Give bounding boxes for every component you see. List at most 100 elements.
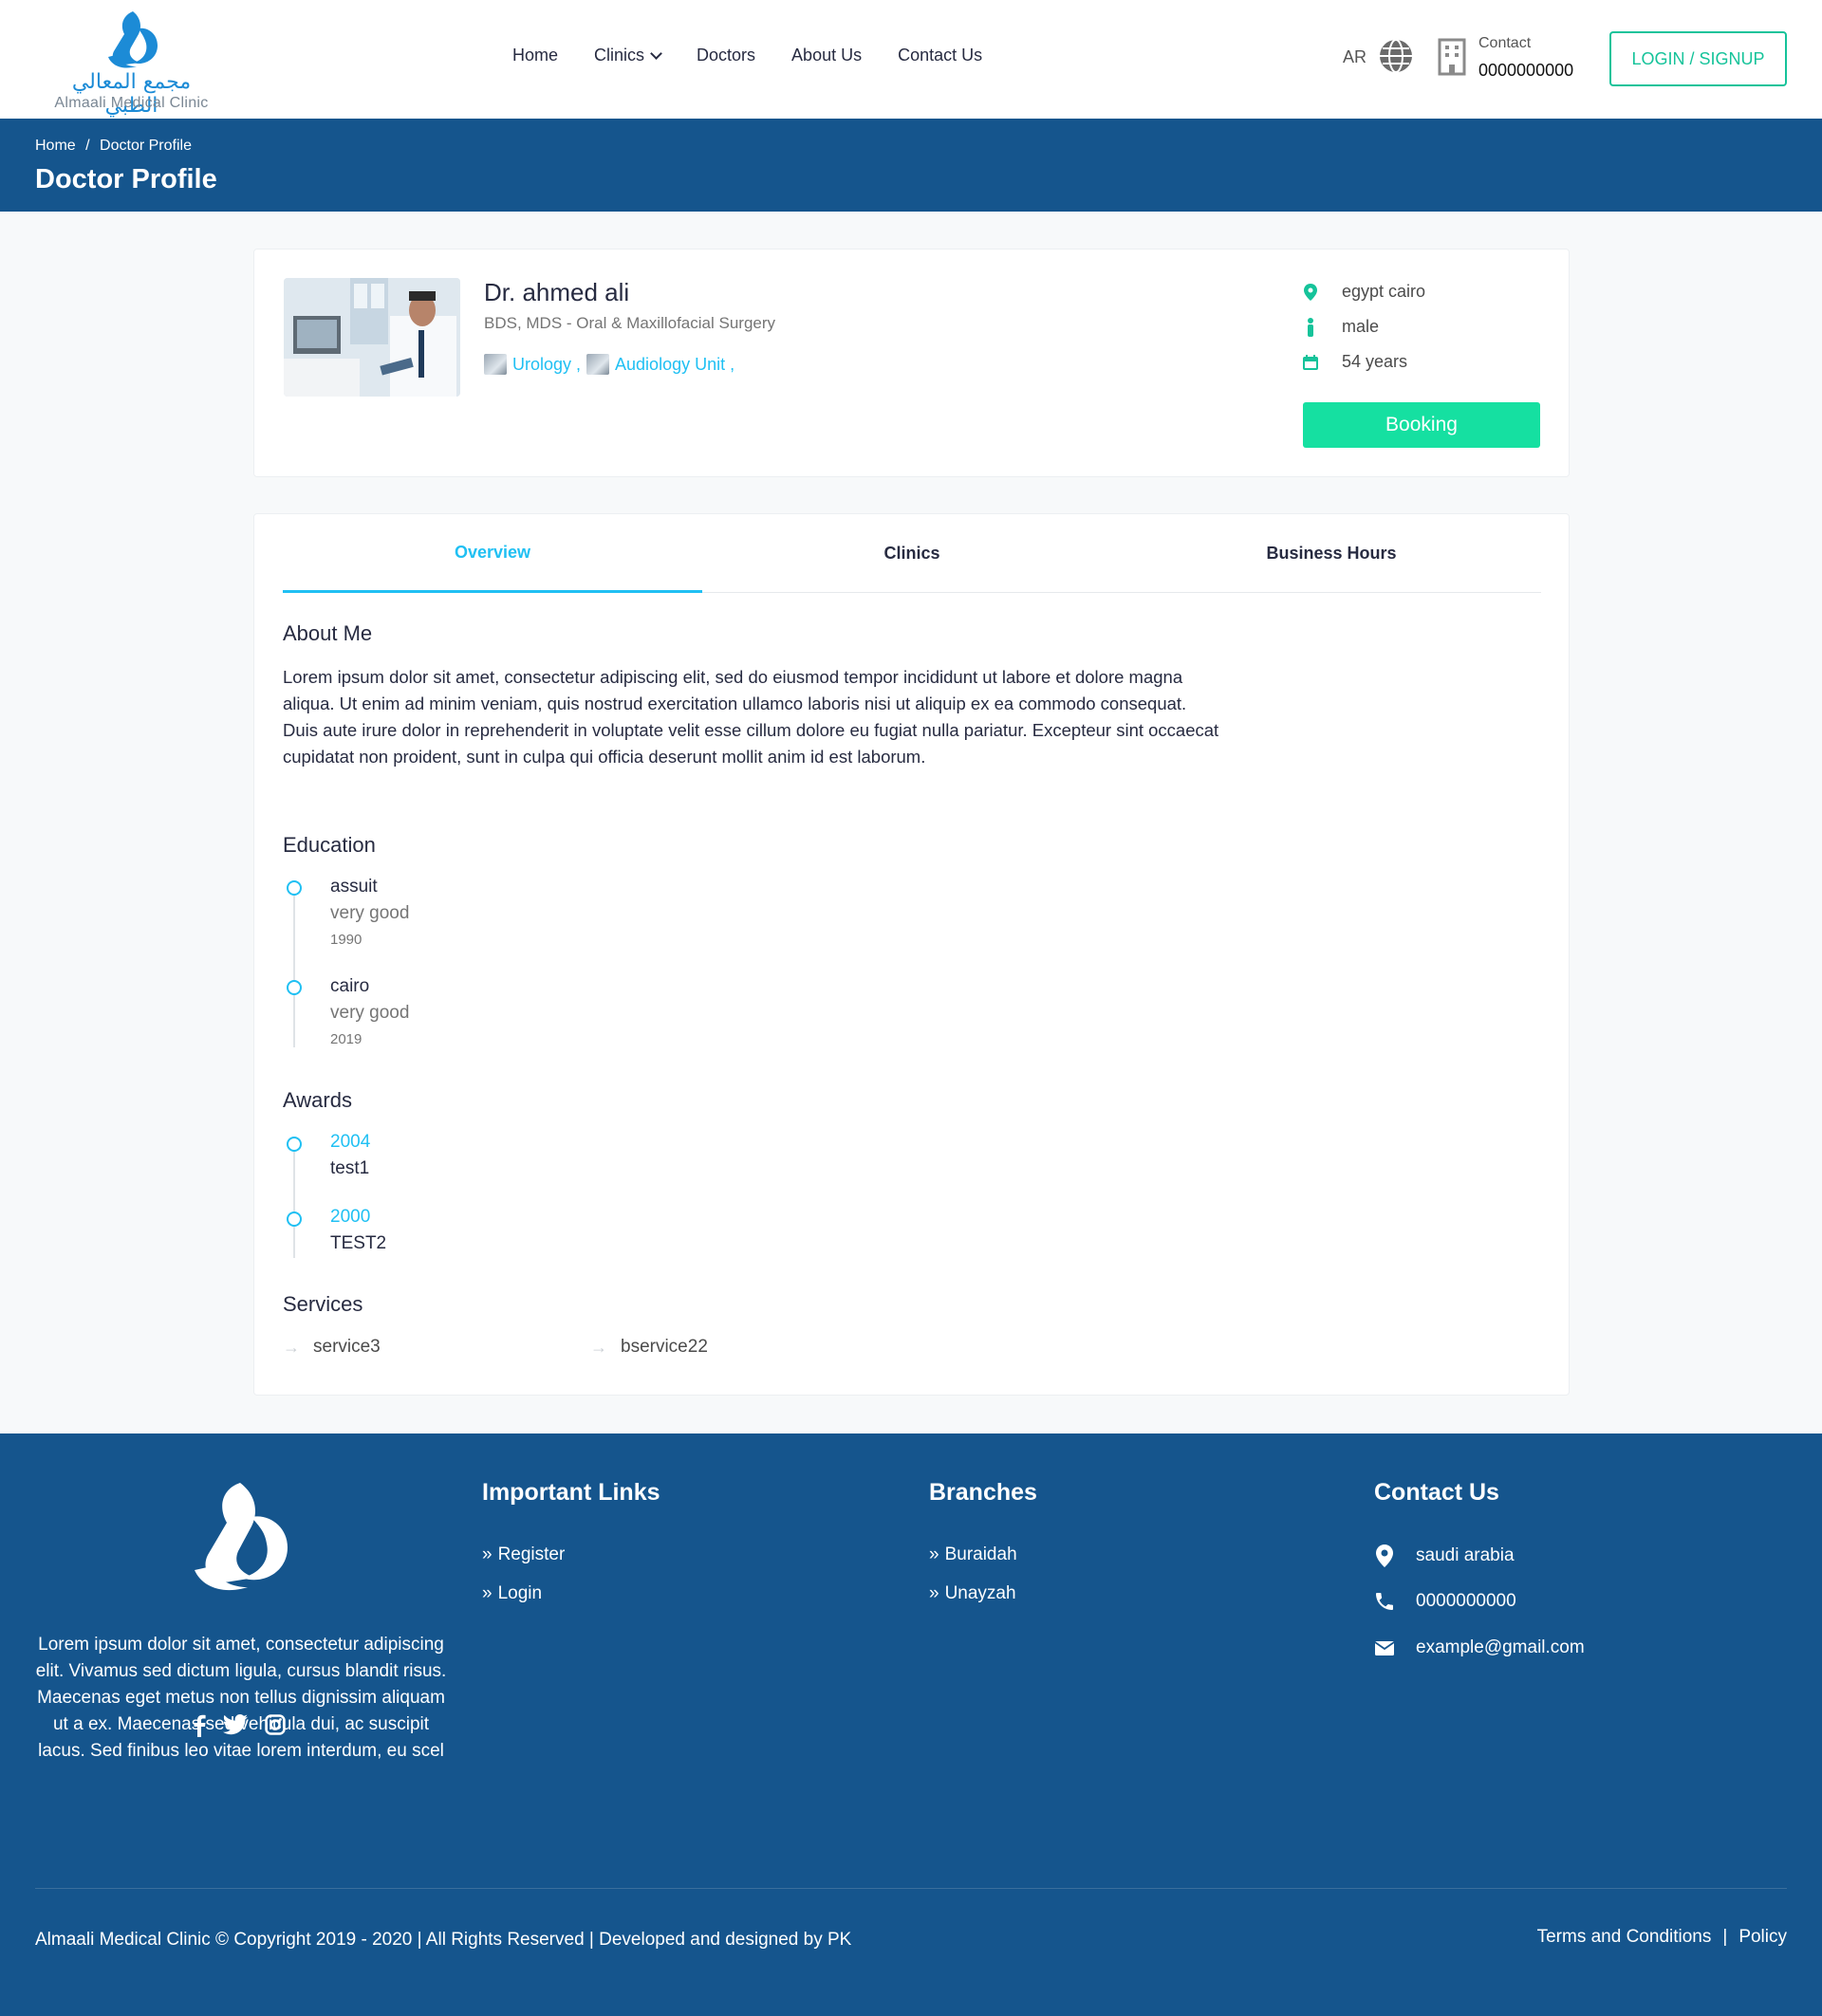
twitter-icon[interactable] <box>223 1714 248 1744</box>
doctor-gender-row: male <box>1302 317 1379 337</box>
header-contact-number: 0000000000 <box>1478 61 1574 80</box>
footer-email-text: example@gmail.com <box>1416 1637 1585 1657</box>
awards-timeline-line <box>293 1144 295 1258</box>
speciality-audiology[interactable]: Audiology Unit , <box>615 355 734 375</box>
footer-legal-links: Terms and Conditions | Policy <box>1537 1927 1787 1948</box>
footer-link-label: Register <box>497 1544 566 1564</box>
award-name: test1 <box>330 1158 370 1178</box>
doctor-degree: BDS, MDS - Oral & Maxillofacial Surgery <box>484 314 776 332</box>
education-school: cairo <box>330 976 370 996</box>
tab-clinics[interactable]: Clinics <box>702 514 1122 593</box>
nav-clinics[interactable]: Clinics <box>594 46 662 65</box>
about-me-text: Lorem ipsum dolor sit amet, consectetur … <box>283 667 1219 767</box>
doctor-age: 54 years <box>1342 352 1408 371</box>
main-nav: Home Clinics Doctors About Us Contact Us <box>512 46 982 65</box>
envelope-icon <box>1374 1640 1395 1655</box>
speciality-list: Urology , Audiology Unit , <box>484 354 734 375</box>
site-logo[interactable]: مجمع المعالي الطبي Almaali Medical Clini… <box>44 8 219 118</box>
booking-button[interactable]: Booking <box>1303 402 1540 448</box>
speciality-urology[interactable]: Urology , <box>512 355 581 375</box>
education-grade: very good <box>330 903 410 923</box>
legal-separator: | <box>1722 1927 1728 1947</box>
breadcrumb: Home / Doctor Profile <box>35 138 197 155</box>
footer-branch-label: Unayzah <box>944 1583 1016 1603</box>
double-chevron-right-icon: » <box>482 1544 493 1564</box>
award-year: 2000 <box>330 1207 371 1227</box>
building-icon <box>1438 38 1466 76</box>
award-name: TEST2 <box>330 1233 387 1253</box>
policy-link[interactable]: Policy <box>1738 1927 1787 1948</box>
footer-link-register[interactable]: » Register <box>482 1544 565 1565</box>
timeline-dot <box>287 880 302 896</box>
footer-link-login[interactable]: » Login <box>482 1583 542 1604</box>
map-pin-icon <box>1374 1544 1395 1567</box>
doctor-location-row: egypt cairo <box>1302 282 1425 302</box>
awards-title: Awards <box>283 1088 352 1112</box>
site-header: مجمع المعالي الطبي Almaali Medical Clini… <box>0 0 1822 119</box>
double-chevron-right-icon: » <box>482 1583 493 1603</box>
footer-logo-icon <box>195 1483 288 1591</box>
education-year: 2019 <box>330 1031 363 1047</box>
nav-contact-us[interactable]: Contact Us <box>898 46 982 65</box>
tab-overview[interactable]: Overview <box>283 514 702 593</box>
education-grade: very good <box>330 1003 410 1023</box>
nav-doctors[interactable]: Doctors <box>697 46 755 65</box>
footer-branches-title: Branches <box>929 1479 1037 1506</box>
doctor-summary-card: Dr. ahmed ali BDS, MDS - Oral & Maxillof… <box>253 249 1570 477</box>
page: مجمع المعالي الطبي Almaali Medical Clini… <box>0 0 1822 2016</box>
footer-contact-email: example@gmail.com <box>1374 1637 1585 1658</box>
double-chevron-right-icon: » <box>929 1583 939 1603</box>
footer-contact-title: Contact Us <box>1374 1479 1499 1506</box>
instagram-icon[interactable] <box>265 1714 286 1744</box>
calendar-icon <box>1302 353 1319 372</box>
doctor-details-card: Overview Clinics Business Hours About Me… <box>253 513 1570 1396</box>
footer-branch-label: Buraidah <box>944 1544 1017 1564</box>
globe-icon[interactable] <box>1378 38 1414 74</box>
speciality-thumbnail <box>484 354 507 375</box>
education-year: 1990 <box>330 932 363 948</box>
footer-branch-buraidah[interactable]: » Buraidah <box>929 1544 1017 1565</box>
tab-business-hours[interactable]: Business Hours <box>1122 514 1541 593</box>
language-switch[interactable]: AR <box>1343 47 1366 67</box>
doctor-gender: male <box>1342 317 1380 336</box>
nav-home[interactable]: Home <box>512 46 558 65</box>
services-title: Services <box>283 1292 363 1316</box>
footer-divider <box>35 1888 1787 1889</box>
footer-contact-phone: 0000000000 <box>1374 1591 1516 1612</box>
header-contact-label: Contact <box>1478 35 1532 51</box>
arrow-right-icon: → <box>283 1337 300 1357</box>
footer-links-title: Important Links <box>482 1479 660 1506</box>
logo-mark-icon <box>108 11 158 68</box>
footer-address-text: saudi arabia <box>1416 1545 1515 1565</box>
timeline-dot <box>287 980 302 995</box>
doctor-age-row: 54 years <box>1302 352 1407 372</box>
login-signup-button[interactable]: LOGIN / SIGNUP <box>1609 31 1787 86</box>
person-icon <box>1302 317 1319 337</box>
award-year: 2004 <box>330 1132 371 1152</box>
doctor-name: Dr. ahmed ali <box>484 278 630 306</box>
footer-branch-unayzah[interactable]: » Unayzah <box>929 1583 1016 1604</box>
terms-link[interactable]: Terms and Conditions <box>1537 1927 1712 1948</box>
chevron-down-icon <box>650 46 662 60</box>
social-links <box>193 1714 286 1744</box>
service-item: → bservice22 <box>590 1337 708 1358</box>
breadcrumb-separator: / <box>85 138 90 154</box>
service-label: bservice22 <box>621 1337 708 1357</box>
facebook-icon[interactable] <box>193 1714 206 1744</box>
education-timeline-line <box>293 888 295 1047</box>
nav-clinics-label: Clinics <box>594 46 645 65</box>
nav-about-us[interactable]: About Us <box>791 46 862 65</box>
logo-english-text: Almaali Medical Clinic <box>54 95 209 111</box>
arrow-right-icon: → <box>590 1337 607 1357</box>
footer-about-text: Lorem ipsum dolor sit amet, consectetur … <box>35 1635 447 1761</box>
breadcrumb-bar: Home / Doctor Profile Doctor Profile <box>0 119 1822 212</box>
copyright-text: Almaali Medical Clinic © Copyright 2019 … <box>35 1930 852 1950</box>
doctor-location: egypt cairo <box>1342 282 1426 301</box>
breadcrumb-home[interactable]: Home <box>35 138 76 154</box>
service-label: service3 <box>313 1337 381 1357</box>
timeline-dot <box>287 1137 302 1152</box>
breadcrumb-current: Doctor Profile <box>100 138 192 154</box>
about-me-title: About Me <box>283 621 373 645</box>
footer-link-label: Login <box>497 1583 543 1603</box>
map-pin-icon <box>1302 283 1319 302</box>
